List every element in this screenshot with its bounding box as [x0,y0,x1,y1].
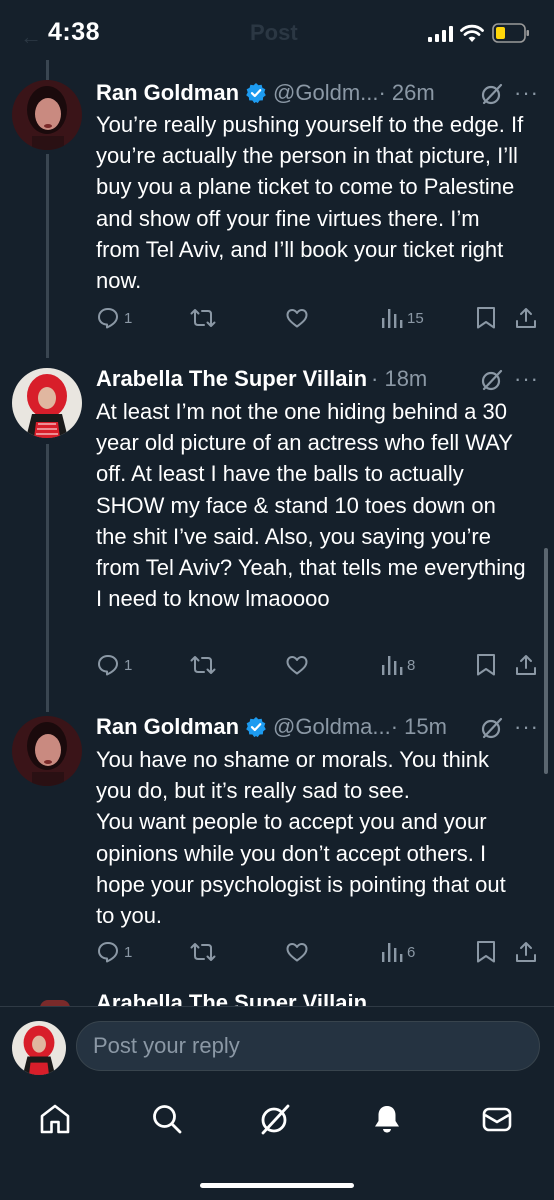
bookmark-icon [477,307,495,329]
reply-button[interactable]: 1 [96,653,132,677]
verified-badge-icon [246,717,266,738]
view-count: 8 [407,656,416,674]
reply-composer: Post your reply [0,1006,554,1087]
page-title: Post [250,20,298,45]
share-button[interactable] [514,653,538,677]
bookmark-icon [477,654,495,676]
status-time: 4:38 [48,18,101,46]
repost-button[interactable] [190,940,220,964]
thread-line [46,154,49,358]
grok-icon[interactable] [480,368,504,392]
author-name[interactable]: Ran Goldman [96,714,239,740]
views-icon [382,943,403,962]
view-count: 6 [407,943,416,961]
heart-icon [286,656,308,675]
wifi-icon [460,24,484,42]
thread-line [46,60,49,80]
home-indicator [200,1183,354,1188]
like-button[interactable] [285,306,313,330]
share-button[interactable] [514,940,538,964]
avatar[interactable] [12,1021,66,1075]
more-options-icon[interactable]: ··· [514,714,539,740]
share-icon [516,655,536,675]
heart-icon [286,309,308,328]
action-bar: 1 6 [96,940,541,970]
messages-icon[interactable] [480,1102,514,1136]
scrollbar[interactable] [544,548,548,774]
reply-icon [98,308,118,329]
repost-icon [190,656,216,674]
post-time: · 15m [390,714,447,739]
author-name[interactable]: Arabella The Super Villain [96,990,367,1006]
share-icon [516,942,536,962]
like-button[interactable] [285,653,313,677]
post-text: At least I’m not the one hiding behind a… [96,399,526,612]
grok-icon[interactable] [480,82,504,106]
grok-icon[interactable] [258,1102,292,1136]
repost-button[interactable] [190,653,220,677]
views-button[interactable]: 8 [381,653,415,677]
author-handle: @Goldma... [273,714,391,739]
battery-icon [492,23,529,43]
more-options-icon[interactable]: ··· [514,80,539,106]
repost-button[interactable] [190,306,220,330]
verified-badge-icon [246,83,266,104]
views-icon [382,309,403,328]
reply-count: 1 [124,943,133,961]
reply-input[interactable]: Post your reply [76,1021,540,1071]
bookmark-icon [477,941,495,963]
back-arrow-icon[interactable]: ← [20,24,42,50]
action-bar: 1 15 [96,306,541,336]
like-button[interactable] [285,940,313,964]
avatar[interactable] [12,368,82,438]
post-text: You have no shame or morals. You think y… [96,747,506,929]
share-icon [516,308,536,328]
reply-icon [98,942,118,963]
signal-icon [428,26,453,42]
reply-count: 1 [124,656,133,674]
reply-count: 1 [124,309,133,327]
views-icon [382,656,403,675]
views-button[interactable]: 15 [381,306,424,330]
bookmark-button[interactable] [475,653,497,677]
heart-icon [286,943,308,962]
status-bar: ← 4:38 Post [0,0,554,70]
repost-icon [190,943,216,961]
grok-icon[interactable] [480,716,504,740]
home-icon[interactable] [38,1102,72,1136]
avatar[interactable] [12,716,82,786]
author-handle: @Goldm... [273,80,379,105]
search-icon[interactable] [150,1102,184,1136]
author-name[interactable]: Ran Goldman [96,80,239,106]
bookmark-button[interactable] [475,306,497,330]
thread-line [46,444,49,712]
author-name[interactable]: Arabella The Super Villain [96,366,367,392]
repost-icon [190,309,216,327]
reply-button[interactable]: 1 [96,940,132,964]
views-button[interactable]: 6 [381,940,415,964]
reply-icon [98,655,118,676]
more-options-icon[interactable]: ··· [514,366,539,392]
bookmark-button[interactable] [475,940,497,964]
share-button[interactable] [514,306,538,330]
notifications-icon[interactable] [370,1102,404,1136]
bottom-nav [0,1086,554,1200]
avatar[interactable] [12,80,82,150]
post-time: · 18m [371,366,428,391]
view-count: 15 [407,309,424,327]
action-bar: 1 8 [96,653,541,683]
post-text: You’re really pushing yourself to the ed… [96,112,524,294]
post-time: · 26m [378,80,435,105]
reply-button[interactable]: 1 [96,306,132,330]
